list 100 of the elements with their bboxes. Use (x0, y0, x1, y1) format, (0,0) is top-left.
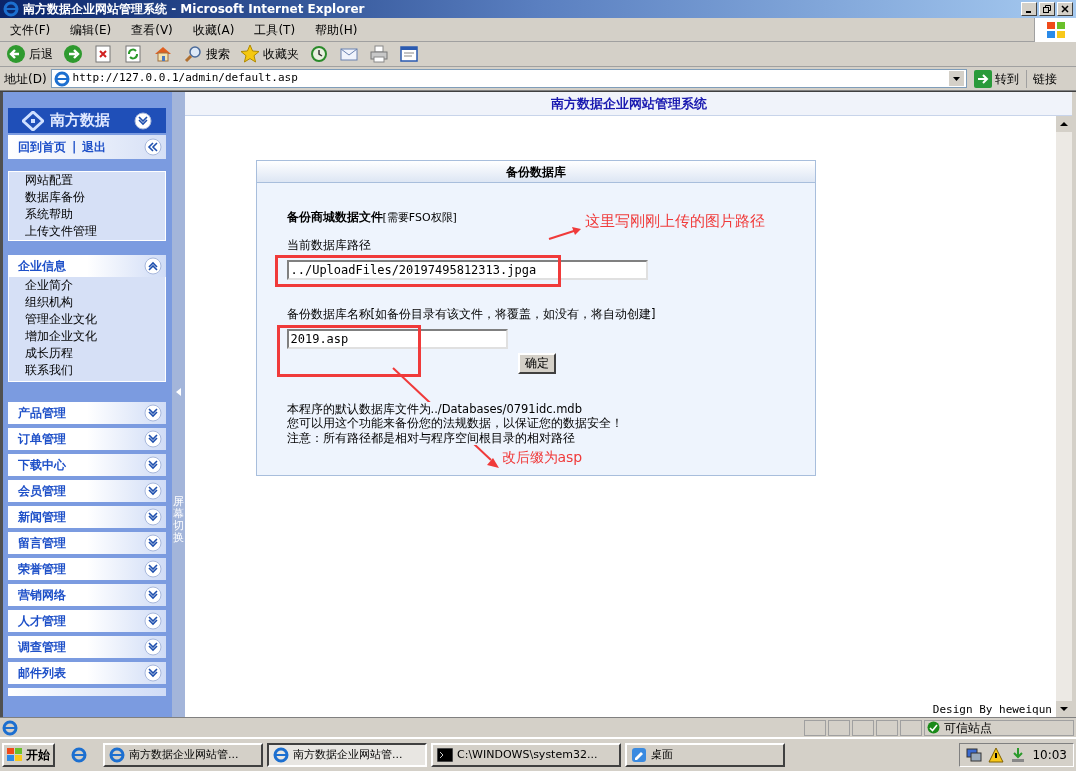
star-icon (240, 44, 260, 64)
stop-icon (93, 44, 113, 64)
restore-button[interactable] (1039, 2, 1055, 16)
go-button[interactable]: 转到 (971, 69, 1022, 88)
section-header[interactable]: 人才管理 (8, 610, 166, 632)
menu-item[interactable]: 收藏(A) (192, 20, 235, 39)
section-header[interactable]: 会员管理 (8, 480, 166, 502)
sidebar-link[interactable]: 成长历程 (25, 345, 165, 362)
forward-button[interactable] (61, 43, 85, 65)
check-icon (927, 721, 940, 734)
warning-icon (988, 747, 1005, 763)
logo-mark-icon (22, 110, 44, 131)
permission-note: [需要FSO权限] (382, 210, 457, 226)
chevron-down-icon[interactable] (144, 638, 162, 656)
clock-icon (309, 44, 329, 64)
page-icon (53, 70, 70, 87)
status-pane (876, 719, 898, 736)
annotation-text: 这里写刚刚上传的图片路径 (584, 211, 765, 232)
menu-item[interactable]: 文件(F) (10, 20, 51, 39)
status-pane (900, 719, 922, 736)
search-button[interactable]: 搜索 (181, 43, 232, 65)
menu-item[interactable]: 帮助(H) (315, 20, 358, 39)
sidebar-link[interactable]: 组织机构 (25, 294, 165, 311)
start-button[interactable]: 开始 (2, 743, 55, 767)
sidebar-link[interactable]: 联系我们 (25, 362, 165, 379)
section-header[interactable]: 荣誉管理 (8, 558, 166, 580)
chevron-down-icon[interactable] (144, 534, 162, 552)
chevron-up-icon[interactable] (144, 257, 162, 275)
taskbar-button[interactable]: C:\WINDOWS\system32... (431, 743, 621, 767)
scroll-down-icon[interactable] (1056, 701, 1072, 717)
scrollbar[interactable] (1056, 116, 1072, 717)
restore-icon (1043, 5, 1051, 13)
footer-credit: Design By heweiqun (932, 703, 1053, 717)
section-header[interactable]: 营销网络 (8, 584, 166, 606)
chevron-down-icon[interactable] (144, 560, 162, 578)
menu-item[interactable]: 工具(T) (254, 20, 296, 39)
home-link[interactable]: 回到首页 (18, 138, 66, 156)
section-header[interactable]: 邮件列表 (8, 662, 166, 684)
annotation-text: 改后缀为asp (501, 448, 583, 467)
close-button[interactable] (1057, 2, 1073, 16)
address-label: 地址(D) (4, 70, 47, 88)
sidebar-link[interactable]: 管理企业文化 (25, 311, 165, 328)
taskbar-button[interactable]: 南方数据企业网站管... (267, 743, 427, 767)
page-header: 南方数据企业网站管理系统 (185, 92, 1072, 116)
print-button[interactable] (367, 43, 391, 65)
taskbar-button[interactable]: 南方数据企业网站管... (103, 743, 263, 767)
sidebar-link[interactable]: 网站配置 (25, 172, 165, 189)
menu-item[interactable]: 编辑(E) (70, 20, 112, 39)
section-header[interactable]: 新闻管理 (8, 506, 166, 528)
document-icon (399, 44, 419, 64)
windows-flag-icon (1045, 20, 1066, 39)
windows-flag-icon (7, 748, 23, 762)
chevron-down-icon[interactable] (144, 664, 162, 682)
menu-item[interactable]: 查看(V) (131, 20, 173, 39)
taskbar-button[interactable]: 桌面 (625, 743, 785, 767)
sidebar-link[interactable]: 数据库备份 (25, 189, 165, 206)
panel-title: 备份数据库 (256, 161, 815, 183)
favorites-button[interactable]: 收藏夹 (238, 43, 301, 65)
section-header[interactable]: 产品管理 (8, 402, 166, 424)
clock: 10:03 (1032, 747, 1067, 764)
status-pane (828, 719, 850, 736)
section-header[interactable]: 下载中心 (8, 454, 166, 476)
separator: | (72, 139, 77, 156)
chevron-down-icon[interactable] (144, 456, 162, 474)
section-header[interactable]: 订单管理 (8, 428, 166, 450)
chevron-down-icon[interactable] (144, 612, 162, 630)
sidebar-link[interactable]: 上传文件管理 (25, 223, 165, 240)
section-heading: 备份商城数据文件 (286, 209, 383, 226)
sidebar-link[interactable]: 系统帮助 (25, 206, 165, 223)
sidebar-link[interactable]: 增加企业文化 (25, 328, 165, 345)
close-icon (1061, 5, 1069, 13)
chevron-down-icon[interactable] (144, 430, 162, 448)
chevron-down-icon[interactable] (144, 404, 162, 422)
section-header[interactable]: 企业信息 (8, 255, 166, 277)
chevron-down-icon[interactable] (144, 508, 162, 526)
sidebar-link[interactable]: 企业简介 (25, 277, 165, 294)
collapse-left-icon[interactable] (144, 138, 162, 156)
network-icon (966, 747, 983, 763)
minimize-button[interactable] (1021, 2, 1037, 16)
links-button[interactable]: 链接 (1026, 69, 1076, 88)
chevron-down-icon[interactable] (144, 586, 162, 604)
input-field[interactable]: 2019.asp (286, 328, 508, 349)
logout-link[interactable]: 退出 (82, 138, 138, 156)
input-field[interactable]: ../UploadFiles/20197495812313.jpga (286, 259, 648, 280)
field-label: 当前数据库路径 (286, 236, 371, 254)
page-icon (2, 719, 18, 736)
annotation-arrow (546, 225, 583, 241)
address-field[interactable]: http://127.0.0.1/admin/default.asp (50, 69, 967, 88)
browser-icon (273, 747, 289, 763)
chevron-down-icon[interactable] (134, 111, 152, 130)
submit-button[interactable]: 确定 (517, 352, 556, 374)
browser-icon (109, 747, 125, 763)
browser-icon (3, 1, 19, 17)
back-button[interactable]: 后退 (4, 43, 55, 65)
section-header[interactable]: 留言管理 (8, 532, 166, 554)
chevron-down-icon[interactable] (144, 482, 162, 500)
section-header[interactable]: 调查管理 (8, 636, 166, 658)
edit-button[interactable] (397, 43, 421, 65)
scroll-up-icon[interactable] (1056, 116, 1072, 132)
note-text: 本程序的默认数据库文件为../Databases/0791idc.mdb (286, 401, 582, 417)
